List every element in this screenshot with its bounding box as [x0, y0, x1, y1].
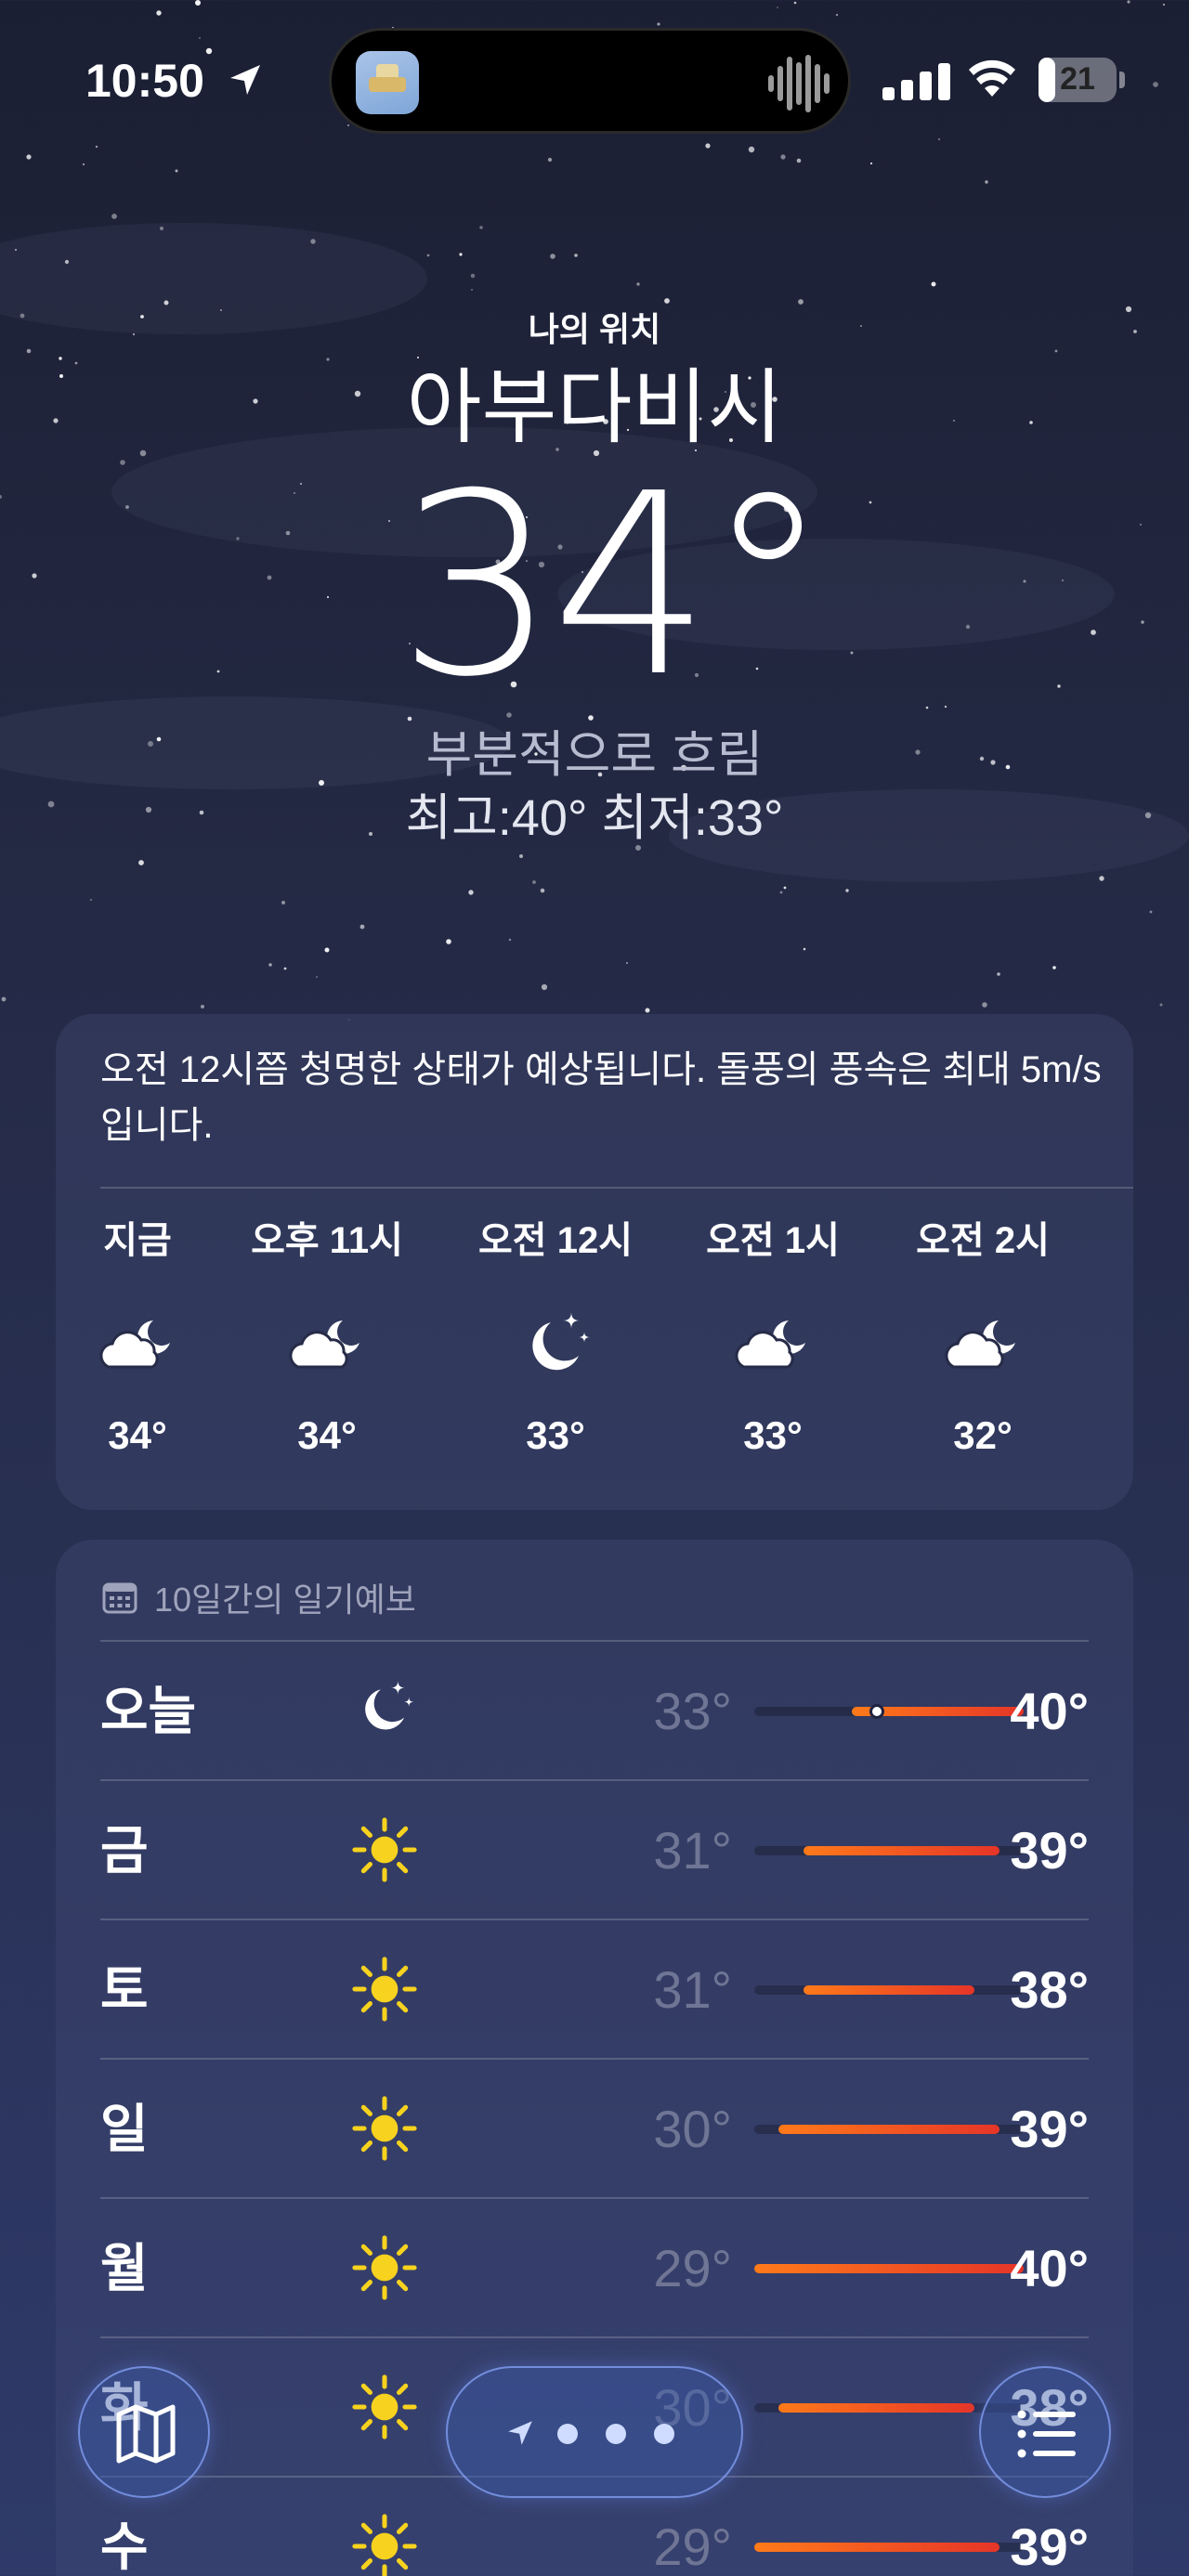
weather-condition: 부분적으로 흐림: [425, 727, 764, 783]
forecast-high-temp: 40°: [1010, 1682, 1089, 1740]
hour-temperature: 34°: [297, 1413, 357, 1457]
forecast-day-row[interactable]: 금 31° 39°: [100, 1779, 1089, 1919]
divider: [100, 2336, 1089, 2338]
temperature-range-bar: [754, 2264, 1024, 2273]
battery-percentage: 21: [1060, 61, 1095, 97]
forecast-low-temp: 29°: [653, 2517, 732, 2576]
partly-cloudy-night-icon: [735, 1321, 805, 1369]
divider: [100, 1187, 1133, 1189]
wifi-icon: [969, 59, 1015, 97]
clear-night-icon: [532, 1312, 590, 1371]
hourly-forecast-card[interactable]: 오전 12시쯤 청명한 상태가 예상됩니다. 돌풍의 풍속은 최대 5m/s입니…: [56, 1014, 1133, 1510]
forecast-day-row[interactable]: 월 29° 40°: [100, 2197, 1089, 2336]
map-button[interactable]: [78, 2366, 210, 2498]
sun-icon: [352, 2235, 417, 2300]
status-time: 10:50: [85, 55, 204, 107]
location-label: 나의 위치: [528, 310, 661, 348]
forecast-header: 10일간의 일기예보: [102, 1573, 416, 1621]
map-icon: [116, 2404, 176, 2464]
page-indicator[interactable]: [446, 2366, 743, 2498]
list-icon: [1017, 2410, 1076, 2458]
dynamic-island[interactable]: [329, 28, 851, 134]
forecast-title: 10일간의 일기예보: [154, 1581, 416, 1619]
hour-temperature: 32°: [953, 1413, 1013, 1457]
sun-icon: [352, 2096, 417, 2161]
hour-forecast-item: 오전 2시 32°: [890, 1215, 1076, 1462]
hour-forecast-item: 오후 11시 34°: [234, 1215, 420, 1462]
temperature-range-track: [754, 2125, 1024, 2134]
battery-icon: 21: [1039, 58, 1125, 102]
forecast-day-name: 토: [100, 1960, 149, 2019]
temperature-range-track: [754, 1846, 1024, 1855]
temperature-range-track: [754, 1704, 1024, 1719]
forecast-day-row[interactable]: 오늘 33° 40°: [100, 1640, 1089, 1779]
temperature-range-track: [754, 1985, 1024, 1995]
temperature-range-track: [754, 2264, 1024, 2273]
sun-icon: [352, 2374, 417, 2439]
hour-forecast-item: 오전 12시 33°: [463, 1215, 648, 1462]
high-low-temperature: 최고:40° 최저:33°: [405, 790, 784, 846]
partly-cloudy-night-icon: [945, 1321, 1015, 1369]
temperature-range-bar: [778, 2125, 1000, 2134]
hour-label: 지금: [103, 1220, 172, 1261]
temperature-range-bar: [778, 2403, 975, 2413]
forecast-summary: 오전 12시쯤 청명한 상태가 예상됩니다. 돌풍의 풍속은 최대 5m/s입니…: [100, 1049, 1102, 1146]
temperature-range-bar: [803, 1846, 1000, 1855]
forecast-day-name: 오늘: [100, 1682, 197, 1740]
divider: [100, 1640, 1089, 1642]
sun-icon: [352, 1957, 417, 2022]
temperature-range-bar: [754, 2543, 1000, 2552]
clear-night-icon: [365, 1680, 414, 1730]
current-temperature: 34°: [397, 439, 831, 732]
current-weather: 나의 위치 아부다비시 34° 부분적으로 흐림 최고:40° 최저:33°: [0, 306, 1189, 849]
current-temperature-dot: [869, 1704, 884, 1719]
hour-label: 오전 2시: [916, 1220, 1050, 1261]
location-arrow-icon: [508, 2421, 532, 2445]
forecast-high-temp: 39°: [1010, 2517, 1089, 2576]
hour-label: 오전 12시: [477, 1220, 633, 1261]
audio-waveform-icon: [768, 55, 830, 112]
hour-temperature: 33°: [743, 1413, 803, 1457]
status-bar: 10:50 21: [0, 0, 1189, 158]
calendar-icon: [102, 1582, 137, 1614]
forecast-high-temp: 38°: [1010, 1960, 1089, 2019]
hour-forecast-item: 오전 1시 33°: [680, 1215, 866, 1462]
divider: [100, 1779, 1089, 1781]
page-dot[interactable]: [606, 2424, 626, 2444]
sun-icon: [352, 1817, 417, 1882]
sun-icon: [352, 2514, 417, 2576]
forecast-high-temp: 40°: [1010, 2239, 1089, 2297]
forecast-day-name: 수: [100, 2517, 149, 2576]
divider: [100, 1919, 1089, 1920]
forecast-day-name: 금: [100, 1821, 149, 1880]
hour-temperature: 34°: [108, 1413, 167, 1457]
temperature-range-track: [754, 2543, 1024, 2552]
hour-label: 오전 1시: [706, 1220, 840, 1261]
partly-cloudy-night-icon: [289, 1321, 359, 1369]
hour-label: 오후 11시: [251, 1220, 403, 1261]
forecast-day-name: 월: [100, 2239, 149, 2297]
partly-cloudy-night-icon: [99, 1321, 170, 1369]
hour-forecast-item: 지금 34°: [45, 1215, 230, 1462]
divider: [100, 2197, 1089, 2199]
hour-temperature: 33°: [526, 1413, 585, 1457]
forecast-high-temp: 39°: [1010, 1821, 1089, 1880]
forecast-low-temp: 31°: [653, 1821, 732, 1880]
page-dot[interactable]: [557, 2424, 578, 2444]
forecast-low-temp: 33°: [653, 1682, 732, 1740]
forecast-low-temp: 29°: [653, 2239, 732, 2297]
forecast-day-row[interactable]: 일 30° 39°: [100, 2058, 1089, 2197]
forecast-day-row[interactable]: 토 31° 38°: [100, 1919, 1089, 2058]
forecast-high-temp: 39°: [1010, 2100, 1089, 2158]
page-dot[interactable]: [654, 2424, 674, 2444]
location-list-button[interactable]: [979, 2366, 1111, 2498]
island-app-icon[interactable]: [356, 51, 419, 114]
forecast-low-temp: 31°: [653, 1960, 732, 2019]
location-arrow-icon: [230, 65, 260, 95]
divider: [100, 2058, 1089, 2060]
cellular-signal-icon: [882, 63, 950, 100]
temperature-range-bar: [803, 1985, 975, 1995]
forecast-low-temp: 30°: [653, 2100, 732, 2158]
forecast-day-name: 일: [100, 2100, 149, 2158]
